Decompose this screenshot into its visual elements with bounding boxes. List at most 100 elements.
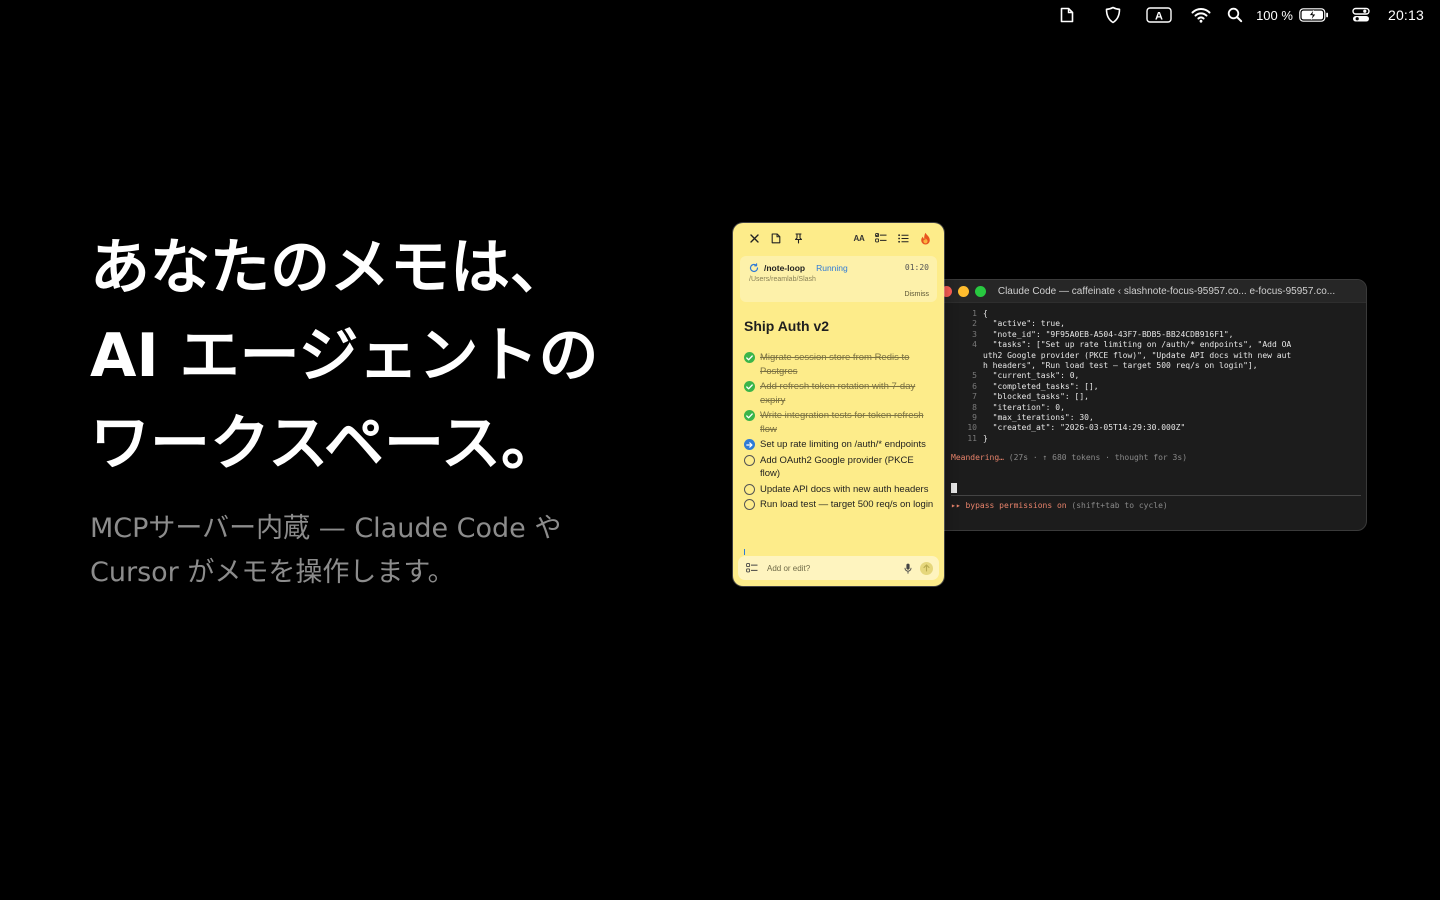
menu-bar: A 100 % 20:13 [1044, 0, 1440, 30]
task-item[interactable]: Write integration tests for token refres… [744, 409, 936, 436]
flame-icon[interactable] [914, 228, 936, 248]
line-code: "current_task": 0, [983, 371, 1080, 381]
task-item[interactable]: Update API docs with new auth headers [744, 483, 936, 497]
code-line: 3 "note_id": "9F95A0EB-A504-43F7-BDB5-BB… [931, 330, 1366, 340]
input-source-label: A [1155, 11, 1163, 23]
code-line: 10 "created_at": "2026-03-05T14:29:30.00… [931, 423, 1366, 433]
battery-percent[interactable]: 100 % [1256, 0, 1293, 30]
task-text[interactable]: Write integration tests for token refres… [760, 409, 935, 436]
task-text[interactable]: Migrate session store from Redis to Post… [760, 351, 935, 378]
list-icon[interactable] [892, 228, 914, 248]
battery-icon[interactable] [1298, 0, 1330, 30]
shield-icon[interactable] [1090, 0, 1136, 30]
task-text[interactable]: Add OAuth2 Google provider (PKCE flow) [760, 454, 935, 481]
line-code: "completed_tasks": [], [983, 381, 1099, 391]
empty-circle-icon[interactable] [744, 454, 755, 466]
code-block: 1{2 "active": true, 3 "note_id": "9F95A0E… [931, 309, 1366, 444]
loop-status: Running [816, 262, 848, 273]
hero-line-1: あなたのメモは、 [90, 233, 570, 303]
task-text[interactable]: Run load test — target 500 req/s on logi… [760, 498, 935, 512]
task-item[interactable]: Migrate session store from Redis to Post… [744, 351, 936, 378]
code-line: 1{ [931, 309, 1366, 319]
terminal-window[interactable]: Claude Code — caffeinate ‹ slashnote-foc… [930, 279, 1367, 531]
line-code: h headers", "Run load test — target 500 … [983, 361, 1258, 371]
note-toolbar: AA [733, 223, 944, 253]
task-item[interactable]: Set up rate limiting on /auth/* endpoint… [744, 438, 936, 452]
task-text[interactable]: Set up rate limiting on /auth/* endpoint… [760, 438, 935, 452]
task-item[interactable]: Add refresh token rotation with 7-day ex… [744, 380, 936, 407]
code-line: 11} [931, 434, 1366, 444]
loop-timer: 01:20 [904, 263, 929, 272]
code-line: 6 "completed_tasks": [], [931, 382, 1366, 392]
checklist-icon[interactable] [746, 563, 758, 573]
empty-circle-icon[interactable] [744, 499, 755, 510]
minimize-window-button[interactable] [957, 285, 969, 297]
code-line: 4 "tasks": ["Set up rate limiting on /au… [931, 340, 1366, 350]
task-item[interactable]: Add OAuth2 Google provider (PKCE flow) [744, 454, 936, 481]
line-code: "active": true, [983, 319, 1065, 329]
code-line: uth2 Google provider (PKCE flow)", "Upda… [931, 351, 1366, 361]
refresh-icon [749, 262, 759, 272]
line-code: } [983, 433, 988, 443]
checked-circle-icon[interactable] [744, 410, 755, 421]
note-title[interactable]: Ship Auth v2 [744, 318, 944, 334]
terminal-status: Meandering… (27s · ↑ 680 tokens · though… [931, 452, 1366, 464]
line-code: "max_iterations": 30, [983, 413, 1094, 423]
terminal-output: 1{2 "active": true, 3 "note_id": "9F95A0E… [931, 303, 1366, 512]
text-caret [744, 549, 745, 555]
menubar-clock[interactable]: 20:13 [1388, 0, 1424, 30]
bypass-permissions-hint: ▸▸ bypass permissions on (shift+tab to c… [931, 500, 1366, 512]
code-line: 7 "blocked_tasks": [], [931, 392, 1366, 402]
terminal-prompt[interactable] [951, 480, 1361, 497]
hero-subtitle-line-2: Cursor がメモを操作します。 [90, 557, 455, 588]
line-code: "created_at": "2026-03-05T14:29:30.000Z" [983, 423, 1186, 433]
task-text[interactable]: Update API docs with new auth headers [760, 483, 935, 497]
checked-circle-icon[interactable] [744, 381, 755, 392]
task-text[interactable]: Add refresh token rotation with 7-day ex… [760, 380, 935, 407]
bypass-shortcut-hint: (shift+tab to cycle) [1066, 501, 1168, 511]
hero-line-3: ワークスペース。 [90, 409, 561, 479]
line-code: uth2 Google provider (PKCE flow)", "Upda… [983, 350, 1292, 360]
loop-status-card: /note-loop Running 01:20 /Users/reamlab/… [740, 256, 937, 302]
text-cursor [951, 483, 957, 494]
hero-subtitle-line-1: MCPサーバー内蔵 — Claude Code や [90, 513, 562, 544]
line-code: "iteration": 0, [983, 402, 1065, 412]
note-input-bar[interactable]: Add or edit? [738, 556, 939, 580]
dismiss-button[interactable]: Dismiss [905, 291, 930, 298]
search-icon[interactable] [1220, 0, 1250, 30]
hero-headline: あなたのメモは、 AI エージェントの ワークスペース。 [90, 224, 690, 488]
document-icon[interactable] [765, 228, 787, 248]
hero-line-2: AI エージェントの [90, 321, 599, 391]
send-button[interactable] [920, 561, 933, 575]
pin-icon[interactable] [787, 228, 809, 248]
note-window[interactable]: AA /note-loop Running 01:20 /Users/reaml… [733, 223, 944, 586]
close-icon[interactable] [743, 228, 765, 248]
task-list: Migrate session store from Redis to Post… [733, 351, 944, 512]
checked-circle-icon[interactable] [744, 352, 755, 363]
checklist-icon[interactable] [870, 228, 892, 248]
text-size-icon[interactable]: AA [848, 228, 870, 248]
arrow-circle-icon[interactable] [744, 439, 755, 450]
input-source-icon[interactable]: A [1136, 0, 1182, 30]
task-item[interactable]: Run load test — target 500 req/s on logi… [744, 498, 936, 512]
status-word: Meandering… [951, 453, 1004, 463]
loop-path: /Users/reamlab/Slash [749, 276, 816, 283]
code-line: 9 "max_iterations": 30, [931, 413, 1366, 423]
zoom-window-button[interactable] [974, 285, 986, 297]
code-line: 8 "iteration": 0, [931, 403, 1366, 413]
hero-subtitle: MCPサーバー内蔵 — Claude Code や Cursor がメモを操作し… [90, 507, 650, 595]
empty-circle-icon[interactable] [744, 483, 755, 495]
status-detail: (27s · ↑ 680 tokens · thought for 3s) [1003, 453, 1188, 463]
control-center-icon[interactable] [1344, 0, 1378, 30]
loop-command: /note-loop [764, 262, 806, 273]
code-line: 2 "active": true, [931, 319, 1366, 329]
bypass-label: ▸▸ bypass permissions on [951, 501, 1067, 511]
microphone-icon[interactable] [902, 562, 914, 574]
code-line: 5 "current_task": 0, [931, 371, 1366, 381]
terminal-title: Claude Code — caffeinate ‹ slashnote-foc… [997, 285, 1336, 297]
line-code: "blocked_tasks": [], [983, 392, 1089, 402]
document-icon[interactable] [1044, 0, 1090, 30]
terminal-titlebar[interactable]: Claude Code — caffeinate ‹ slashnote-foc… [931, 280, 1366, 303]
note-input-placeholder[interactable]: Add or edit? [767, 564, 902, 573]
wifi-icon[interactable] [1182, 0, 1220, 30]
